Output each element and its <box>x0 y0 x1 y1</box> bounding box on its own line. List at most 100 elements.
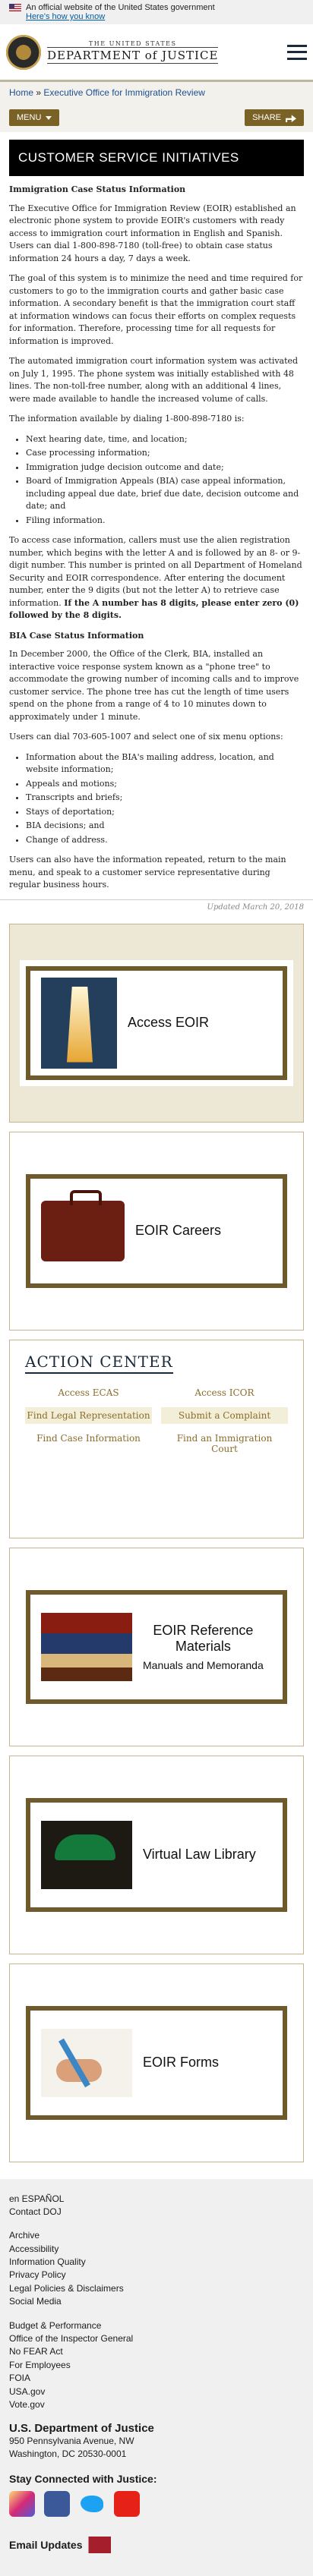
paragraph: Users can also have the information repe… <box>9 855 286 890</box>
footer-links-2: Budget & Performance Office of the Inspe… <box>9 2319 304 2412</box>
eoir-careers-promo[interactable]: EOIR Careers <box>9 1131 304 1331</box>
flag-icon <box>9 4 21 11</box>
action-center-title: ACTION CENTER <box>25 1353 173 1374</box>
list-item: Board of Immigration Appeals (BIA) case … <box>26 475 304 513</box>
chevron-down-icon <box>46 115 52 120</box>
footer-link[interactable]: Budget & Performance <box>9 2319 304 2332</box>
paragraph: The Executive Office for Immigration Rev… <box>9 203 296 263</box>
section-heading: BIA Case Status Information <box>9 630 144 641</box>
share-label: SHARE <box>252 113 281 122</box>
section-heading: Immigration Case Status Information <box>9 184 186 194</box>
footer-link[interactable]: Legal Policies & Disclaimers <box>9 2282 304 2295</box>
footer-address: 950 Pennsylvania Avenue, NW Washington, … <box>9 2435 304 2461</box>
menu-options-list: Information about the BIA's mailing addr… <box>26 751 304 847</box>
find-case-information-link[interactable]: Find Case Information <box>25 1430 152 1457</box>
list-item: Case processing information; <box>26 447 304 460</box>
toolbar: MENU SHARE <box>0 103 313 132</box>
menu-button[interactable]: MENU <box>9 109 60 126</box>
find-immigration-court-link[interactable]: Find an Immigration Court <box>161 1430 288 1457</box>
page-title: CUSTOMER SERVICE INITIATIVES <box>9 140 304 176</box>
footer-link[interactable]: For Employees <box>9 2359 304 2372</box>
promo-label: Access EOIR <box>128 1015 210 1030</box>
address-line: 950 Pennsylvania Avenue, NW <box>9 2436 134 2447</box>
footer-link[interactable]: Accessibility <box>9 2243 304 2256</box>
footer-link[interactable]: FOIA <box>9 2372 304 2385</box>
doj-seal-icon[interactable] <box>6 34 41 70</box>
footer-link[interactable]: Social Media <box>9 2295 304 2308</box>
list-item: Immigration judge decision outcome and d… <box>26 461 304 474</box>
stay-connected-heading: Stay Connected with Justice: <box>9 2472 157 2485</box>
footer-link[interactable]: No FEAR Act <box>9 2345 304 2358</box>
main-content: Immigration Case Status Information The … <box>0 184 313 892</box>
books-image <box>41 1612 132 1681</box>
access-eoir-promo[interactable]: Access EOIR <box>9 923 304 1123</box>
promo-label: Virtual Law Library <box>143 1847 256 1862</box>
promo-label: EOIR Reference <box>153 1622 254 1638</box>
pen-signing-image <box>41 2028 132 2097</box>
logo-small-text: THE UNITED STATES <box>88 40 177 47</box>
paragraph: In December 2000, the Office of the Cler… <box>9 649 299 722</box>
paragraph: To access case information, callers must… <box>9 534 304 622</box>
email-icon <box>88 2536 112 2553</box>
list-item: Transcripts and briefs; <box>26 792 304 805</box>
list-item: Next hearing date, time, and location; <box>26 433 304 446</box>
list-item: Appeals and motions; <box>26 778 304 791</box>
email-updates-label: Email Updates <box>9 2538 83 2551</box>
address-line: Washington, DC 20530-0001 <box>9 2448 127 2460</box>
site-logo-text[interactable]: THE UNITED STATES DEPARTMENT of JUSTICE <box>47 40 219 64</box>
list-item: Filing information. <box>26 515 304 527</box>
list-item: Stays of deportation; <box>26 806 304 819</box>
site-header: THE UNITED STATES DEPARTMENT of JUSTICE <box>0 24 313 82</box>
contact-doj-link[interactable]: Contact DOJ <box>9 2206 304 2219</box>
access-icor-link[interactable]: Access ICOR <box>161 1384 288 1401</box>
doorway-image <box>41 977 117 1069</box>
list-item: Change of address. <box>26 834 304 847</box>
facebook-icon[interactable] <box>44 2490 70 2517</box>
footer-org-name: U.S. Department of Justice <box>9 2422 154 2436</box>
paragraph: The automated immigration court informat… <box>9 356 299 404</box>
social-links <box>9 2490 304 2517</box>
paragraph-text: To access case information, callers must… <box>9 535 302 608</box>
footer-link[interactable]: Privacy Policy <box>9 2269 304 2282</box>
heres-how-link[interactable]: Here's how you know <box>26 12 304 21</box>
action-center: ACTION CENTER Access ECAS Access ICOR Fi… <box>9 1339 304 1538</box>
breadcrumb-home[interactable]: Home <box>9 87 33 98</box>
footer-link[interactable]: Information Quality <box>9 2256 304 2269</box>
site-footer: en ESPAÑOL Contact DOJ Archive Accessibi… <box>0 2178 313 2576</box>
gov-banner-text: An official website of the United States… <box>26 3 215 12</box>
footer-lang-links: en ESPAÑOL Contact DOJ <box>9 2193 304 2219</box>
instagram-icon[interactable] <box>9 2490 35 2517</box>
promo-label: Materials <box>175 1638 231 1654</box>
paragraph: The information available by dialing 1-8… <box>9 414 245 424</box>
promo-label: EOIR Forms <box>143 2055 220 2070</box>
footer-links-1: Archive Accessibility Information Qualit… <box>9 2229 304 2308</box>
promo-label: EOIR Careers <box>135 1223 222 1238</box>
breadcrumb-eoir[interactable]: Executive Office for Immigration Review <box>43 87 205 98</box>
youtube-icon[interactable] <box>114 2490 140 2517</box>
footer-link[interactable]: Vote.gov <box>9 2398 304 2411</box>
list-item: BIA decisions; and <box>26 820 304 833</box>
eoir-forms-promo[interactable]: EOIR Forms <box>9 1963 304 2162</box>
breadcrumb-separator: » <box>36 87 42 98</box>
share-button[interactable]: SHARE <box>245 109 304 126</box>
footer-link[interactable]: USA.gov <box>9 2385 304 2398</box>
updated-date: Updated March 20, 2018 <box>0 899 313 915</box>
email-updates-link[interactable]: Email Updates <box>9 2536 304 2553</box>
paragraph: The goal of this system is to minimize t… <box>9 273 303 346</box>
twitter-icon[interactable] <box>79 2491 105 2517</box>
promo-sublabel: Manuals and Memoranda <box>143 1658 264 1671</box>
access-ecas-link[interactable]: Access ECAS <box>25 1384 152 1401</box>
info-list: Next hearing date, time, and location; C… <box>26 433 304 527</box>
footer-link[interactable]: Office of the Inspector General <box>9 2332 304 2345</box>
logo-big-text: DEPARTMENT of JUSTICE <box>47 47 219 64</box>
hamburger-icon[interactable] <box>287 44 307 60</box>
paragraph: Users can dial 703-605-1007 and select o… <box>9 732 283 742</box>
reference-materials-promo[interactable]: EOIR Reference Materials Manuals and Mem… <box>9 1547 304 1746</box>
submit-complaint-link[interactable]: Submit a Complaint <box>161 1406 288 1424</box>
gov-banner: An official website of the United States… <box>0 0 313 24</box>
footer-link[interactable]: Archive <box>9 2229 304 2242</box>
find-legal-representation-link[interactable]: Find Legal Representation <box>25 1406 152 1424</box>
virtual-law-library-promo[interactable]: Virtual Law Library <box>9 1755 304 1954</box>
espanol-link[interactable]: en ESPAÑOL <box>9 2193 304 2206</box>
breadcrumb: Home » Executive Office for Immigration … <box>0 82 313 103</box>
